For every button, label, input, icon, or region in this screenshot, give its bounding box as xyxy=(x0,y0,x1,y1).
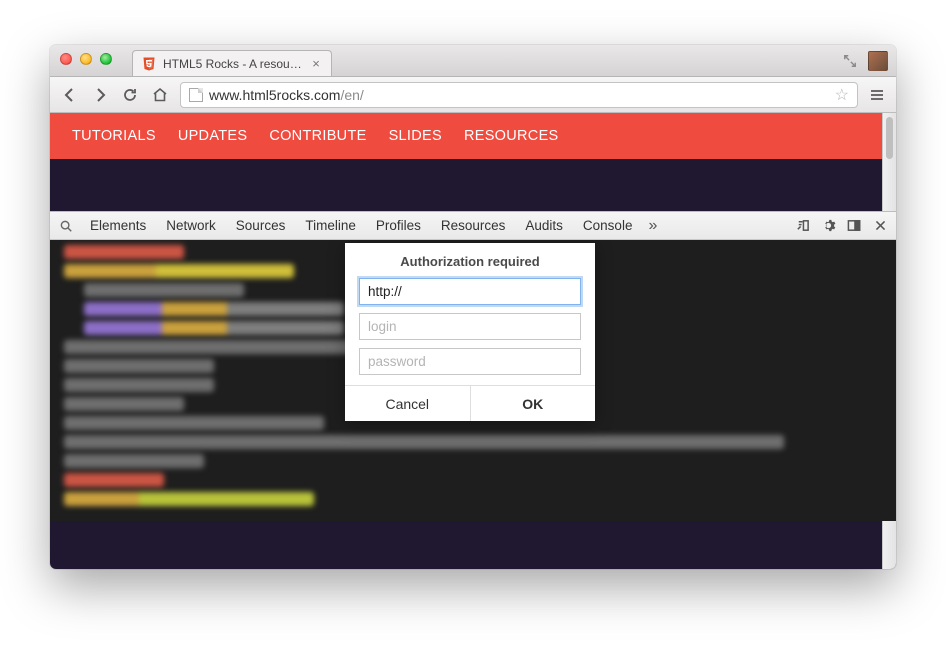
auth-dialog: Authorization required Cancel OK xyxy=(345,243,595,421)
browser-toolbar: www.html5rocks.com/en/ ☆ xyxy=(50,77,896,113)
dialog-title: Authorization required xyxy=(345,243,595,278)
page-viewport: TUTORIALS UPDATES CONTRIBUTE SLIDES RESO… xyxy=(50,113,896,569)
window-controls xyxy=(60,53,112,65)
tab-title: HTML5 Rocks - A resource xyxy=(163,57,303,71)
devtools-tab-resources[interactable]: Resources xyxy=(433,212,514,240)
search-icon[interactable] xyxy=(58,218,74,234)
devtools-tab-audits[interactable]: Audits xyxy=(517,212,571,240)
address-bar[interactable]: www.html5rocks.com/en/ ☆ xyxy=(180,82,858,108)
browser-window: HTML5 Rocks - A resource × xyxy=(50,45,896,569)
cancel-button[interactable]: Cancel xyxy=(345,386,470,421)
ok-button[interactable]: OK xyxy=(470,386,596,421)
devtools-tab-network[interactable]: Network xyxy=(158,212,224,240)
forward-button[interactable] xyxy=(90,85,110,105)
html5-favicon xyxy=(141,56,157,72)
bookmark-star-icon[interactable]: ☆ xyxy=(835,85,849,105)
dock-side-icon[interactable] xyxy=(846,218,862,234)
site-nav: TUTORIALS UPDATES CONTRIBUTE SLIDES RESO… xyxy=(50,113,896,159)
tab-close-icon[interactable]: × xyxy=(309,57,323,71)
minimize-window-button[interactable] xyxy=(80,53,92,65)
devtools-tabbar: Elements Network Sources Timeline Profil… xyxy=(50,212,896,240)
toggle-drawer-icon[interactable] xyxy=(794,218,810,234)
page-icon xyxy=(189,88,203,102)
reload-button[interactable] xyxy=(120,85,140,105)
devtools-tab-timeline[interactable]: Timeline xyxy=(297,212,364,240)
titlebar: HTML5 Rocks - A resource × xyxy=(50,45,896,77)
devtools-overflow-icon[interactable]: » xyxy=(644,217,661,235)
zoom-window-button[interactable] xyxy=(100,53,112,65)
auth-url-input[interactable] xyxy=(359,278,581,305)
close-window-button[interactable] xyxy=(60,53,72,65)
browser-tab[interactable]: HTML5 Rocks - A resource × xyxy=(132,50,332,76)
profile-avatar[interactable] xyxy=(868,51,888,71)
back-button[interactable] xyxy=(60,85,80,105)
url-text: www.html5rocks.com/en/ xyxy=(209,87,829,103)
devtools-tab-elements[interactable]: Elements xyxy=(82,212,154,240)
nav-link[interactable]: CONTRIBUTE xyxy=(269,128,366,144)
devtools-tab-console[interactable]: Console xyxy=(575,212,641,240)
settings-gear-icon[interactable] xyxy=(820,218,836,234)
nav-link[interactable]: SLIDES xyxy=(389,128,442,144)
auth-password-input[interactable] xyxy=(359,348,581,375)
devtools-tab-profiles[interactable]: Profiles xyxy=(368,212,429,240)
home-button[interactable] xyxy=(150,85,170,105)
nav-link[interactable]: RESOURCES xyxy=(464,128,559,144)
hero-banner xyxy=(50,159,896,211)
chrome-menu-icon[interactable] xyxy=(868,85,886,105)
devtools-tab-sources[interactable]: Sources xyxy=(228,212,294,240)
devtools-console[interactable]: Authorization required Cancel OK xyxy=(50,240,896,521)
devtools-panel: Elements Network Sources Timeline Profil… xyxy=(50,211,896,521)
scrollbar-thumb[interactable] xyxy=(886,117,893,159)
auth-login-input[interactable] xyxy=(359,313,581,340)
nav-link[interactable]: TUTORIALS xyxy=(72,128,156,144)
nav-link[interactable]: UPDATES xyxy=(178,128,248,144)
devtools-close-icon[interactable] xyxy=(872,218,888,234)
fullscreen-icon[interactable] xyxy=(842,53,858,69)
